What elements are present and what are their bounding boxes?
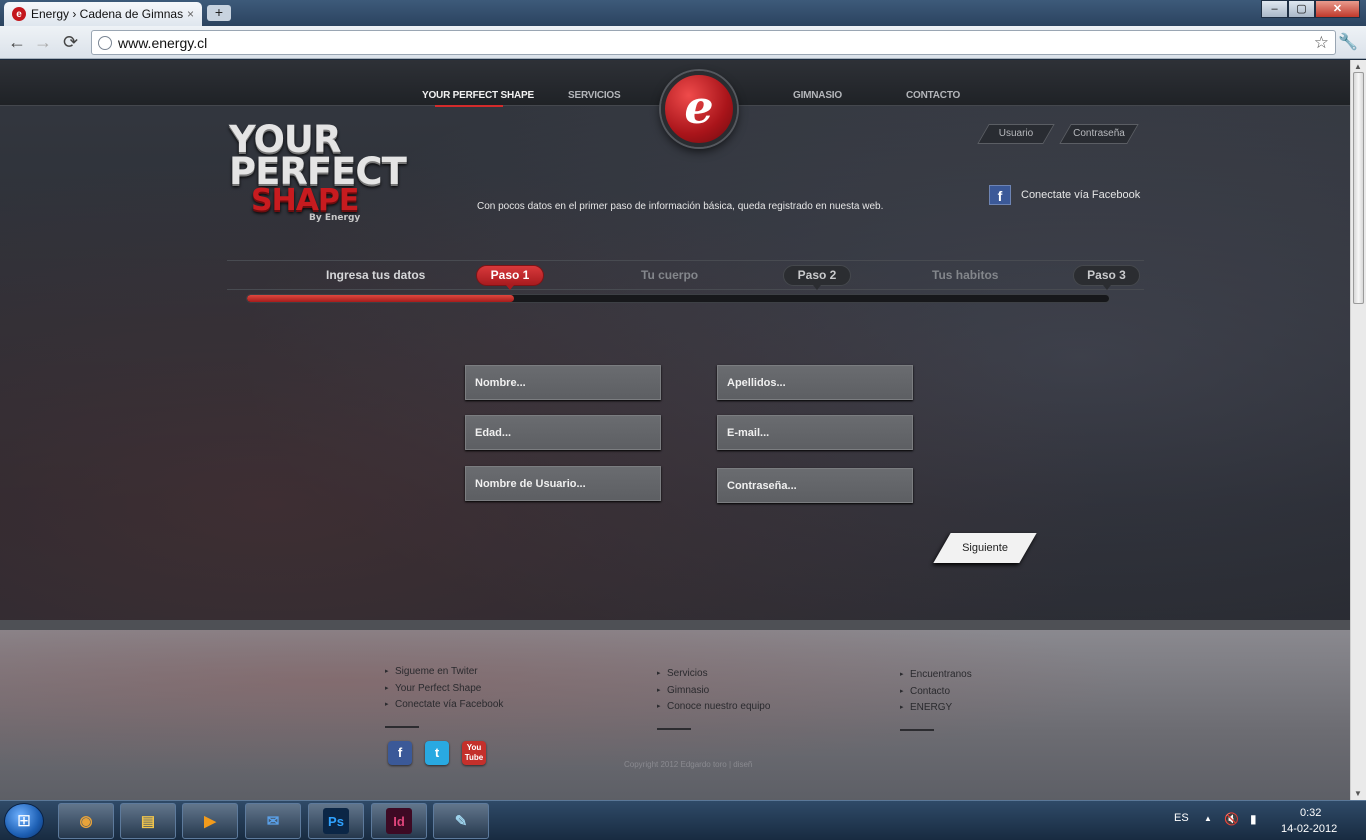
footer-link-gimnasio[interactable]: Gimnasio <box>657 683 770 700</box>
step-1-pill[interactable]: Paso 1 <box>476 265 544 290</box>
footer-link-servicios[interactable]: Servicios <box>657 666 770 683</box>
scroll-up-arrow-icon[interactable]: ▲ <box>1354 62 1362 71</box>
clock-time[interactable]: 0:32 <box>1300 807 1321 819</box>
explorer-taskbar-button[interactable]: ▤ <box>120 803 176 839</box>
minimize-button[interactable]: – <box>1261 0 1288 18</box>
password-login-field[interactable]: Contraseña <box>1059 124 1139 144</box>
reload-icon[interactable]: ⟳ <box>63 32 78 52</box>
footer-link-twitter[interactable]: Sigueme en Twiter <box>385 664 503 681</box>
footer-col-3: Encuentranos Contacto ENERGY <box>900 667 972 731</box>
facebook-icon: f <box>989 185 1011 205</box>
indesign-taskbar-button[interactable]: Id <box>371 803 427 839</box>
nav-contacto[interactable]: CONTACTO <box>906 90 960 101</box>
footer-link-energy[interactable]: ENERGY <box>900 700 972 717</box>
footer-link-equipo[interactable]: Conoce nuestro equipo <box>657 699 770 716</box>
forward-arrow-icon[interactable]: → <box>34 32 52 52</box>
youtube-social-icon[interactable]: You Tube <box>462 741 486 765</box>
chrome-taskbar-button[interactable]: ◉ <box>58 803 114 839</box>
nav-your-perfect-shape[interactable]: YOUR PERFECT SHAPE <box>422 90 534 101</box>
url-text[interactable]: www.energy.cl <box>118 35 1314 51</box>
progress-fill <box>247 295 515 302</box>
footer-rule <box>385 726 419 728</box>
footer-rule <box>657 728 691 730</box>
page-scrollbar[interactable]: ▲ ▼ <box>1350 60 1366 800</box>
thunderbird-icon: ✉ <box>266 813 280 830</box>
photoshop-icon: Ps <box>323 808 349 834</box>
username-input[interactable] <box>465 466 661 501</box>
start-button[interactable]: ⊞ <box>4 803 44 839</box>
username-field[interactable]: Usuario <box>977 124 1055 144</box>
thunderbird-taskbar-button[interactable]: ✉ <box>245 803 301 839</box>
footer-col-1: Sigueme en Twiter Your Perfect Shape Con… <box>385 664 503 728</box>
maximize-button[interactable]: ▢ <box>1288 0 1315 18</box>
new-tab-button[interactable]: + <box>207 5 231 21</box>
notes-icon: ✎ <box>454 813 468 830</box>
email-input[interactable] <box>717 415 913 450</box>
wrench-menu-icon[interactable]: 🔧 <box>1338 32 1358 52</box>
nav-servicios[interactable]: SERVICIOS <box>568 90 621 101</box>
browser-tab[interactable]: e Energy › Cadena de Gimnas × <box>4 2 202 26</box>
media-player-taskbar-button[interactable]: ▶ <box>182 803 238 839</box>
chrome-icon: ◉ <box>79 813 93 830</box>
web-page: YOUR PERFECT SHAPE SERVICIOS GIMNASIO CO… <box>0 60 1350 800</box>
step-2-label: Tu cuerpo <box>641 268 699 282</box>
siguiente-label: Siguiente <box>962 542 1008 554</box>
brand-by-energy: By Energy <box>309 213 361 224</box>
tray-expand-icon[interactable]: ▲ <box>1204 814 1212 823</box>
nombre-input[interactable] <box>465 365 661 400</box>
footer-link-your-perfect-shape[interactable]: Your Perfect Shape <box>385 681 503 698</box>
media-player-icon: ▶ <box>204 813 216 830</box>
scrollbar-thumb[interactable] <box>1353 72 1364 304</box>
facebook-connect-link[interactable]: f Conectate vía Facebook <box>989 185 1140 205</box>
browser-toolbar: ← → ⟳ www.energy.cl ☆ 🔧 <box>0 26 1366 59</box>
step-2-pill[interactable]: Paso 2 <box>783 265 851 290</box>
siguiente-button[interactable]: Siguiente <box>933 533 1037 563</box>
nav-gimnasio[interactable]: GIMNASIO <box>793 90 842 101</box>
facebook-social-icon[interactable]: f <box>388 741 412 765</box>
close-window-button[interactable]: ✕ <box>1315 0 1360 18</box>
tab-title: Energy › Cadena de Gimnas <box>31 7 183 21</box>
scroll-down-arrow-icon[interactable]: ▼ <box>1354 789 1362 798</box>
edad-input[interactable] <box>465 415 661 450</box>
twitter-social-icon[interactable]: t <box>425 741 449 765</box>
explorer-icon: ▤ <box>140 813 156 830</box>
notes-taskbar-button[interactable]: ✎ <box>433 803 489 839</box>
energy-favicon-icon: e <box>12 7 26 21</box>
footer-link-contacto[interactable]: Contacto <box>900 684 972 701</box>
windows-taskbar: ⊞ ◉ ▤ ▶ ✉ Ps Id ✎ ES ▲ 🔇 ▮ 0:32 14-02-2012 <box>0 800 1366 840</box>
language-indicator[interactable]: ES <box>1174 812 1189 824</box>
indesign-icon: Id <box>386 808 412 834</box>
facebook-connect-label: Conectate vía Facebook <box>1021 189 1141 201</box>
window-controls: – ▢ ✕ <box>1261 0 1360 18</box>
footer-rule <box>900 729 934 731</box>
registration-progress-bar <box>246 294 1110 303</box>
browser-titlebar: e Energy › Cadena de Gimnas × + – ▢ ✕ <box>0 0 1366 26</box>
back-arrow-icon[interactable]: ← <box>8 32 26 52</box>
footer-link-encuentranos[interactable]: Encuentranos <box>900 667 972 684</box>
footer-link-facebook[interactable]: Conectate vía Facebook <box>385 697 503 714</box>
tab-close-icon[interactable]: × <box>187 7 194 21</box>
your-perfect-shape-logo: YOUR PERFECT SHAPE By Energy <box>229 121 407 224</box>
step-3-pill[interactable]: Paso 3 <box>1073 265 1140 290</box>
nav-active-underline <box>435 105 503 107</box>
username-label: Usuario <box>998 128 1034 139</box>
bookmark-star-icon[interactable]: ☆ <box>1314 33 1329 53</box>
password-login-label: Contraseña <box>1073 128 1125 139</box>
intro-text: Con pocos datos en el primer paso de inf… <box>477 201 884 212</box>
energy-logo[interactable]: e <box>661 71 737 147</box>
footer-col-2: Servicios Gimnasio Conoce nuestro equipo <box>657 666 770 730</box>
password-input[interactable] <box>717 468 913 503</box>
clock-date[interactable]: 14-02-2012 <box>1281 823 1337 835</box>
address-bar[interactable]: www.energy.cl ☆ <box>91 30 1336 55</box>
step-1-label: Ingresa tus datos <box>326 268 426 282</box>
step-3-label: Tus habitos <box>932 268 999 282</box>
apellidos-input[interactable] <box>717 365 913 400</box>
network-signal-icon[interactable]: ▮ <box>1250 812 1257 826</box>
copyright-text: Copyright 2012 Edgardo toro | diseñ <box>624 760 753 769</box>
photoshop-taskbar-button[interactable]: Ps <box>308 803 364 839</box>
globe-icon <box>98 35 112 50</box>
volume-muted-icon[interactable]: 🔇 <box>1224 812 1239 826</box>
logo-letter: e <box>684 80 714 134</box>
